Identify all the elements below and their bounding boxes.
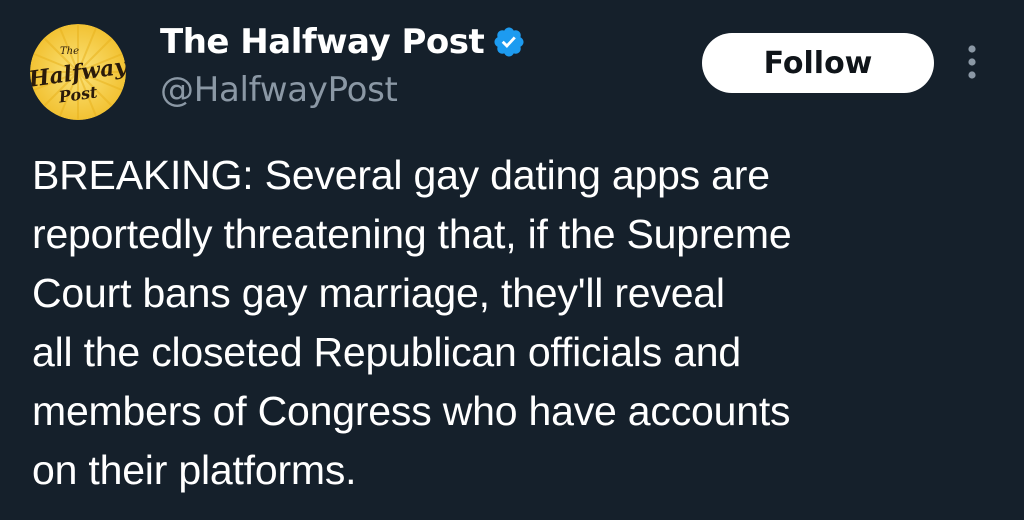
- author-handle[interactable]: @HalfwayPost: [160, 70, 398, 110]
- tweet-text: BREAKING: Several gay dating apps are re…: [32, 152, 792, 493]
- verified-badge-icon[interactable]: [492, 25, 526, 59]
- more-vertical-icon[interactable]: [960, 42, 984, 82]
- tweet-card: The Halfway Post The Halfway Post @Halfw…: [0, 0, 1024, 520]
- avatar[interactable]: The Halfway Post: [30, 24, 126, 120]
- follow-button[interactable]: Follow: [702, 33, 934, 93]
- avatar-text-the: The: [60, 46, 79, 57]
- author-name-row: The Halfway Post: [160, 22, 526, 62]
- author-display-name[interactable]: The Halfway Post: [160, 22, 485, 62]
- avatar-logo-icon: The Halfway Post: [30, 24, 126, 120]
